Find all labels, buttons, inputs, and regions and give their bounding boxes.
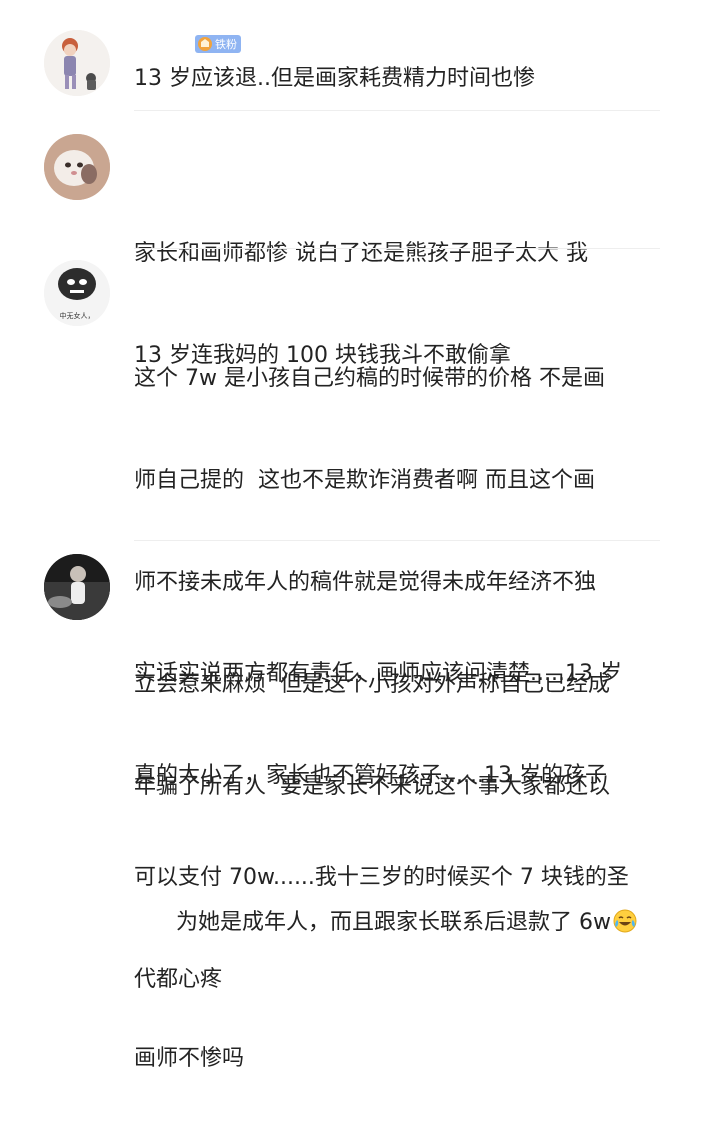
comment-line: 这个 7w 是小孩自己约稿的时候带的价格 不是画 — [134, 366, 605, 391]
fan-badge-icon — [198, 37, 212, 51]
user-avatar[interactable] — [44, 30, 110, 96]
fan-badge: 铁粉 — [195, 35, 241, 53]
comment-text: 实话实说两方都有责任，画师应该问清楚.....13 岁 真的太小了，家长也不管好… — [134, 589, 654, 1065]
username[interactable] — [134, 33, 184, 53]
comment-item: 家长和画师都惨 说白了还是熊孩子胆子太大 我 13 岁连我妈的 100 块钱我斗… — [0, 112, 708, 368]
user-avatar[interactable] — [44, 134, 110, 200]
comment-line: 师自己提的 这也不是欺诈消费者啊 而且这个画 — [134, 468, 595, 493]
username[interactable] — [134, 264, 184, 284]
comment-line: 实话实说两方都有责任，画师应该问清楚.....13 岁 — [134, 661, 622, 686]
user-avatar[interactable]: 中无女人， — [44, 260, 110, 326]
comment-text: 13 岁应该退..但是画家耗费精力时间也惨 — [134, 66, 535, 91]
username[interactable] — [134, 558, 184, 578]
comment-line: 代都心疼 — [134, 967, 223, 992]
comment-line: 可以支付 70w......我十三岁的时候买个 7 块钱的圣 — [134, 865, 629, 890]
username[interactable] — [134, 138, 184, 158]
photo-avatar-icon — [44, 554, 110, 620]
comment-item: 实话实说两方都有责任，画师应该问清楚.....13 岁 真的太小了，家长也不管好… — [0, 542, 708, 992]
avatar-caption: 中无女人， — [60, 311, 95, 320]
comment-line: 真的太小了，家长也不管好孩子......13 岁的孩子 — [134, 763, 607, 788]
cartoon-avatar-icon — [44, 30, 110, 96]
user-avatar[interactable] — [44, 554, 110, 620]
badge-label: 铁粉 — [215, 38, 237, 51]
puppy-avatar-icon — [44, 134, 110, 200]
comment-divider — [134, 540, 660, 541]
comment-divider — [134, 110, 660, 111]
comment-item: 铁粉 13 岁应该退..但是画家耗费精力时间也惨 — [0, 0, 708, 112]
comment-divider — [134, 248, 660, 249]
comment-item: 中无女人， 这个 7w 是小孩自己约稿的时候带的价格 不是画 师自己提的 这也不… — [0, 250, 708, 1071]
meme-avatar-icon: 中无女人， — [44, 260, 110, 326]
